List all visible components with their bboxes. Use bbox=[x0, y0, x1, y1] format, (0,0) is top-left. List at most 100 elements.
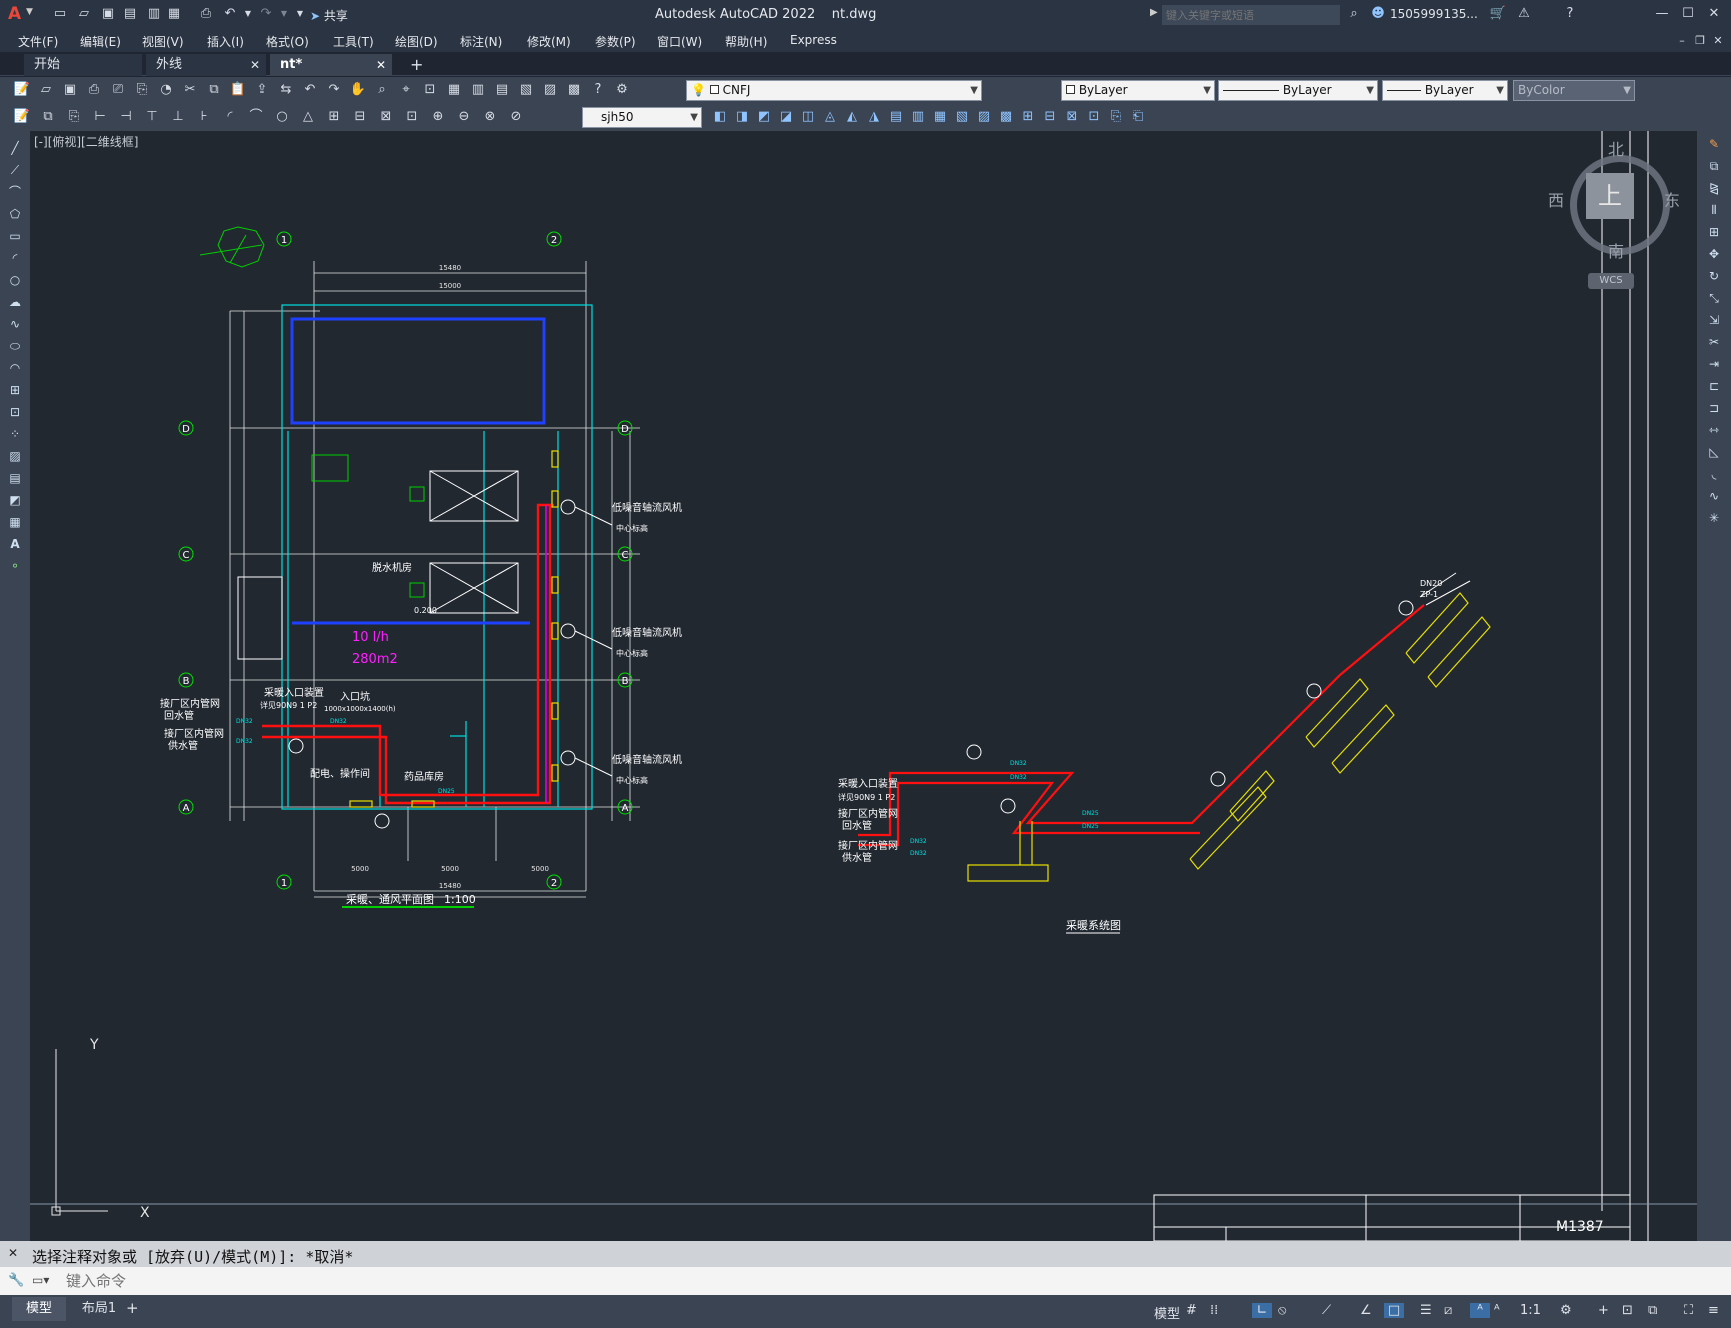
search-icon[interactable]: ⌕ bbox=[1344, 4, 1364, 24]
viewcube-east[interactable]: 东 bbox=[1664, 187, 1680, 211]
clean-screen-icon[interactable]: ⛶ bbox=[1684, 1303, 1693, 1318]
toolbar-tool-icon[interactable]: 📋 bbox=[228, 80, 248, 100]
dimension-tool-icon[interactable]: ⊕ bbox=[428, 107, 448, 127]
polyline-icon[interactable]: ⌒ bbox=[5, 183, 25, 201]
share-button[interactable]: ➤ 共享 bbox=[310, 7, 348, 24]
toolbar-tool-icon[interactable]: ✂ bbox=[180, 80, 200, 100]
dimension-tool-icon[interactable]: ⊢ bbox=[90, 107, 110, 127]
help-icon[interactable]: ? bbox=[1560, 4, 1580, 24]
close-icon[interactable]: ✕ bbox=[1704, 4, 1724, 24]
menu-edit[interactable]: 编辑(E) bbox=[80, 33, 121, 50]
join-icon[interactable]: ⇿ bbox=[1704, 421, 1724, 439]
dimension-tool-icon[interactable]: ⧉ bbox=[38, 107, 58, 127]
extend-icon[interactable]: ⇥ bbox=[1704, 355, 1724, 373]
toolbar-tool-icon[interactable]: ▥ bbox=[468, 80, 488, 100]
toolbar-tool-icon[interactable]: ✋ bbox=[348, 80, 368, 100]
toolbar-tool-icon[interactable]: ⚙ bbox=[612, 80, 632, 100]
blend-icon[interactable]: ∿ bbox=[1704, 487, 1724, 505]
revcloud-icon[interactable]: ☁ bbox=[5, 293, 25, 311]
dimension-tool-icon[interactable]: ⊠ bbox=[376, 107, 396, 127]
dimension-tool-icon[interactable]: 📝 bbox=[12, 107, 32, 127]
ellipse-icon[interactable]: ⬭ bbox=[5, 337, 25, 355]
doc-minimize-icon[interactable]: – bbox=[1672, 31, 1692, 51]
modify-tool-icon[interactable]: ⊡ bbox=[1084, 107, 1104, 127]
toolbar-tool-icon[interactable]: 📝 bbox=[12, 80, 32, 100]
scale-icon[interactable]: ⤡ bbox=[1704, 289, 1724, 307]
array-icon[interactable]: ⊞ bbox=[1704, 223, 1724, 241]
ortho-icon[interactable]: ∟ bbox=[1252, 1303, 1272, 1318]
drawing-canvas[interactable]: [-][俯视][二维线框] M1387 1 2 1 2 D D C C B B … bbox=[30, 131, 1697, 1241]
ellipse-arc-icon[interactable]: ◠ bbox=[5, 359, 25, 377]
doc-restore-icon[interactable]: ❐ bbox=[1690, 31, 1710, 51]
dimension-tool-icon[interactable]: ⊥ bbox=[168, 107, 188, 127]
move-icon[interactable]: ✥ bbox=[1704, 245, 1724, 263]
modify-tool-icon[interactable]: ◫ bbox=[798, 107, 818, 127]
undo-dropdown-icon[interactable]: ▼ bbox=[238, 4, 258, 24]
isodraft-icon[interactable]: ⟋ bbox=[1322, 1303, 1331, 1318]
modify-tool-icon[interactable]: ⎘ bbox=[1106, 107, 1126, 127]
workspace-gear-icon[interactable]: ⚙ bbox=[1560, 1303, 1572, 1318]
layout-tab-model[interactable]: 模型 bbox=[12, 1297, 66, 1321]
app-logo[interactable]: A bbox=[8, 4, 21, 24]
dimension-tool-icon[interactable]: ⊟ bbox=[350, 107, 370, 127]
add-selected-icon[interactable]: ⚬ bbox=[5, 557, 25, 575]
break-point-icon[interactable]: ⊏ bbox=[1704, 377, 1724, 395]
modify-tool-icon[interactable]: ◨ bbox=[732, 107, 752, 127]
open-icon[interactable]: ▱ bbox=[74, 4, 94, 24]
modify-tool-icon[interactable]: ▨ bbox=[974, 107, 994, 127]
osnap-icon[interactable]: □ bbox=[1384, 1303, 1404, 1318]
tab-close-icon[interactable]: ✕ bbox=[376, 54, 386, 76]
insert-block-icon[interactable]: ⊞ bbox=[5, 381, 25, 399]
dimension-tool-icon[interactable]: ⊤ bbox=[142, 107, 162, 127]
region-icon[interactable]: ◩ bbox=[5, 491, 25, 509]
wcs-menu[interactable]: WCS bbox=[1588, 273, 1634, 289]
layout-tab-layout1[interactable]: 布局1 bbox=[72, 1297, 126, 1321]
menu-window[interactable]: 窗口(W) bbox=[657, 33, 702, 50]
toolbar-tool-icon[interactable]: ↷ bbox=[324, 80, 344, 100]
saveas-icon[interactable]: ▤ bbox=[120, 4, 140, 24]
toolbar-tool-icon[interactable]: ⌖ bbox=[396, 80, 416, 100]
quick-properties-icon[interactable]: ⧉ bbox=[1648, 1303, 1657, 1318]
rectangle-icon[interactable]: ▭ bbox=[5, 227, 25, 245]
autoscale-icon[interactable]: ᴬ bbox=[1494, 1303, 1500, 1318]
annotation-scale[interactable]: 1:1 bbox=[1520, 1303, 1541, 1318]
modify-tool-icon[interactable]: ▩ bbox=[996, 107, 1016, 127]
modify-tool-icon[interactable]: ◬ bbox=[820, 107, 840, 127]
toolbar-tool-icon[interactable]: ▦ bbox=[444, 80, 464, 100]
modify-tool-icon[interactable]: ◧ bbox=[710, 107, 730, 127]
modify-tool-icon[interactable]: ◩ bbox=[754, 107, 774, 127]
cmd-close-icon[interactable]: ✕ bbox=[8, 1246, 18, 1260]
make-block-icon[interactable]: ⊡ bbox=[5, 403, 25, 421]
tab-start[interactable]: 开始 bbox=[24, 54, 142, 76]
dimension-tool-icon[interactable]: ⎘ bbox=[64, 107, 84, 127]
toolbar-tool-icon[interactable]: ↶ bbox=[300, 80, 320, 100]
toolbar-tool-icon[interactable]: ⎙ bbox=[84, 80, 104, 100]
mirror-icon[interactable]: ⧎ bbox=[1704, 179, 1724, 197]
modify-tool-icon[interactable]: ◪ bbox=[776, 107, 796, 127]
layer-combo[interactable]: 💡 CNFJ ▼ bbox=[686, 80, 982, 101]
tab-close-icon[interactable]: ✕ bbox=[250, 54, 260, 76]
menu-dimension[interactable]: 标注(N) bbox=[460, 33, 502, 50]
app-menu-arrow[interactable]: ▼ bbox=[26, 7, 33, 17]
dimension-tool-icon[interactable]: ⊞ bbox=[324, 107, 344, 127]
menu-modify[interactable]: 修改(M) bbox=[527, 33, 571, 50]
toolbar-tool-icon[interactable]: ⧉ bbox=[204, 80, 224, 100]
plot-icon[interactable]: ⎙ bbox=[196, 4, 216, 24]
search-expand-icon[interactable]: ▶ bbox=[1150, 7, 1158, 18]
menu-parametric[interactable]: 参数(P) bbox=[595, 33, 636, 50]
explode-icon[interactable]: ✳ bbox=[1704, 509, 1724, 527]
snap-icon[interactable]: ⁞⁞ bbox=[1210, 1303, 1218, 1318]
toolbar-tool-icon[interactable]: ⎘ bbox=[132, 80, 152, 100]
toolbar-tool-icon[interactable]: ⌕ bbox=[372, 80, 392, 100]
user-name[interactable]: 1505999135... bbox=[1390, 7, 1478, 21]
toolbar-tool-icon[interactable]: ⇆ bbox=[276, 80, 296, 100]
toolbar-tool-icon[interactable]: ▧ bbox=[516, 80, 536, 100]
toolbar-tool-icon[interactable]: ? bbox=[588, 80, 608, 100]
tab-nt[interactable]: nt* ✕ bbox=[270, 54, 392, 76]
dimstyle-combo[interactable]: sjh50 ▼ bbox=[582, 107, 702, 128]
toolbar-tool-icon[interactable]: ⊡ bbox=[420, 80, 440, 100]
toolbar-tool-icon[interactable]: ▤ bbox=[492, 80, 512, 100]
undo-icon[interactable]: ↶ bbox=[220, 4, 240, 24]
dimension-tool-icon[interactable]: △ bbox=[298, 107, 318, 127]
mtext-icon[interactable]: A bbox=[5, 535, 25, 553]
